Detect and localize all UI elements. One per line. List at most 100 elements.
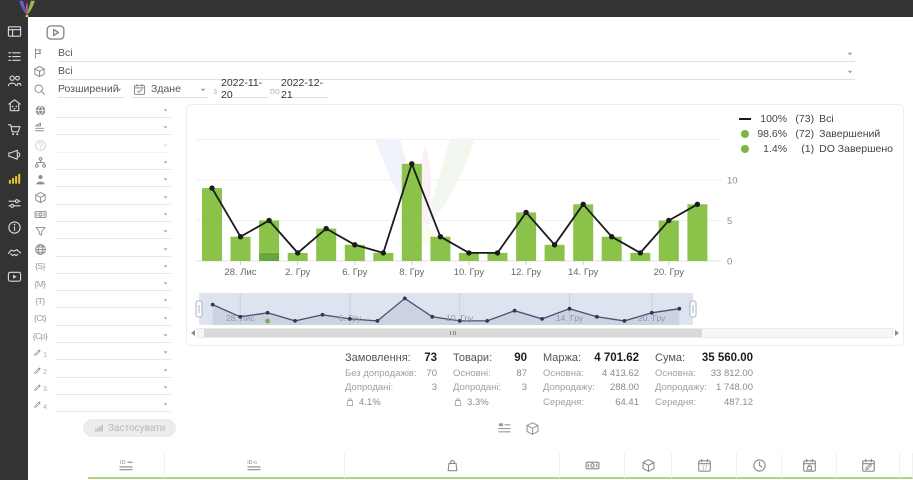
sidebar-item-info-icon[interactable] — [6, 220, 22, 235]
column-header-calendar-date[interactable]: 17 — [672, 453, 737, 479]
scrollbar-track[interactable] — [197, 328, 893, 338]
stat-sub-label: Допродажу: — [543, 382, 595, 393]
video-help-button[interactable] — [46, 23, 65, 42]
filter-select[interactable] — [55, 345, 171, 360]
product-select[interactable]: Всі — [58, 63, 855, 80]
svg-text:ID: ID — [119, 460, 125, 466]
funnel-select-value: Всі — [58, 47, 73, 59]
chart-mode-toggle-cube-icon[interactable] — [525, 421, 540, 436]
filter-row-brace-S: {S} — [33, 258, 171, 275]
filter-select[interactable] — [55, 207, 171, 222]
svg-text:20. Гру: 20. Гру — [654, 267, 685, 278]
sitemap-icon — [33, 156, 47, 170]
column-header-clock[interactable] — [737, 453, 782, 479]
legend-line-marker-icon — [737, 118, 753, 120]
filter-select — [55, 138, 171, 153]
stat-label: Маржа: — [543, 352, 581, 364]
filter-select[interactable] — [55, 328, 171, 343]
person-icon — [33, 173, 47, 187]
stat-total: Сума:35 560.00 Основна:33 812.00 Допрода… — [655, 352, 753, 408]
scroll-left-icon[interactable] — [191, 330, 195, 336]
filter-select[interactable] — [55, 293, 171, 308]
scrollbar-handle[interactable] — [204, 329, 702, 337]
filter-select[interactable] — [55, 397, 171, 412]
stat-sub-value: 70 — [426, 368, 437, 379]
chart-mode-toggle-list-flag-icon[interactable] — [497, 421, 512, 436]
filter-column: {S}{M}{T}{Ct}{Cp}1234 — [33, 102, 171, 413]
scroll-right-icon[interactable] — [895, 330, 899, 336]
stat-sub-value: 487.12 — [724, 397, 753, 408]
stat-margin: Маржа:4 701.62 Основна:4 413.62 Допродаж… — [543, 352, 639, 408]
brace-label-icon: {M} — [33, 277, 47, 291]
date-from-input[interactable]: 2022-11-20 — [221, 81, 268, 98]
column-header-calendar-bag[interactable] — [782, 453, 837, 479]
date-type-select[interactable]: Здане — [132, 81, 208, 98]
apply-button[interactable]: Застосувати — [83, 419, 176, 437]
legend-dot-marker-icon — [737, 145, 753, 153]
sidebar-item-video-icon[interactable] — [6, 269, 22, 284]
filter-select[interactable] — [55, 242, 171, 257]
filter-select[interactable] — [55, 103, 171, 118]
stat-orders: Замовлення:73 Без допродажів:70 Допродан… — [345, 352, 437, 408]
stat-label: Замовлення: — [345, 352, 411, 364]
filter-select[interactable] — [55, 311, 171, 326]
legend-count: (73) — [787, 113, 814, 125]
chevron-down-icon — [846, 68, 854, 76]
sidebar-item-bar-chart-icon[interactable] — [6, 171, 22, 186]
filter-select[interactable] — [55, 155, 171, 170]
stat-sub-value: 288.00 — [610, 382, 639, 393]
pencil-icon: 3 — [33, 380, 47, 394]
sidebar-item-megaphone-icon[interactable] — [6, 147, 22, 162]
clock-icon — [752, 458, 767, 473]
filter-row-web-globe — [33, 240, 171, 257]
filter-select[interactable] — [55, 120, 171, 135]
sidebar-item-cart-icon[interactable] — [6, 122, 22, 137]
filter-select[interactable] — [55, 380, 171, 395]
column-header-banknote[interactable] — [560, 453, 625, 479]
filter-select[interactable] — [55, 172, 171, 187]
brace-label-icon: {T} — [33, 294, 47, 308]
sidebar-item-sliders-icon[interactable] — [6, 196, 22, 211]
stat-sub-label: Основні: — [453, 368, 491, 379]
date-to-input[interactable]: 2022-12-21 — [281, 81, 328, 98]
stat-sub-value: 4 413.62 — [602, 368, 639, 379]
sidebar-item-users-icon[interactable] — [6, 73, 22, 88]
upsell-percent: 3.3% — [467, 397, 489, 408]
sidebar-item-store-icon[interactable] — [6, 98, 22, 113]
svg-text:5: 5 — [727, 216, 732, 227]
sidebar-item-handshake-icon[interactable] — [6, 245, 22, 260]
column-header-id-o[interactable]: ID-o — [165, 453, 345, 479]
funnel-select[interactable]: Всі — [58, 45, 855, 62]
legend-item[interactable]: 100%(73)Всі — [737, 111, 893, 126]
filter-select[interactable] — [55, 276, 171, 291]
sidebar-item-dashboard-icon[interactable] — [6, 24, 22, 39]
column-header-calendar-edit[interactable] — [837, 453, 900, 479]
chart-legend: 100%(73)Всі98.6%(72)Завершений1.4%(1)DO … — [737, 111, 893, 156]
bag-icon — [445, 458, 460, 473]
chevron-down-icon — [162, 194, 169, 201]
search-mode-select[interactable]: Розширений — [58, 81, 124, 98]
filter-select[interactable] — [55, 224, 171, 239]
column-header-bag[interactable] — [345, 453, 560, 479]
legend-label: DO Завершено — [819, 143, 893, 155]
pencil-icon: 1 — [33, 346, 47, 360]
stat-value: 35 560.00 — [702, 352, 753, 364]
filter-select[interactable] — [55, 190, 171, 205]
stat-label: Сума: — [655, 352, 685, 364]
legend-item[interactable]: 1.4%(1)DO Завершено — [737, 141, 893, 156]
id-lines-icon: ID — [119, 458, 134, 473]
sidebar-item-list-icon[interactable] — [6, 49, 22, 64]
column-header-cube[interactable] — [625, 453, 672, 479]
chevron-down-icon — [162, 280, 169, 287]
legend-item[interactable]: 98.6%(72)Завершений — [737, 126, 893, 141]
calendar-check-icon — [133, 83, 146, 96]
filter-row-cube — [33, 188, 171, 205]
column-header-id-lines[interactable]: ID — [88, 453, 165, 479]
view-toggles — [497, 421, 540, 436]
filter-select[interactable] — [55, 363, 171, 378]
stat-sub-value: 87 — [516, 368, 527, 379]
help-circle-icon — [33, 138, 47, 152]
stat-sub-label: Допродані: — [345, 382, 393, 393]
chart-scrollbar[interactable] — [191, 328, 899, 338]
filter-select[interactable] — [55, 259, 171, 274]
